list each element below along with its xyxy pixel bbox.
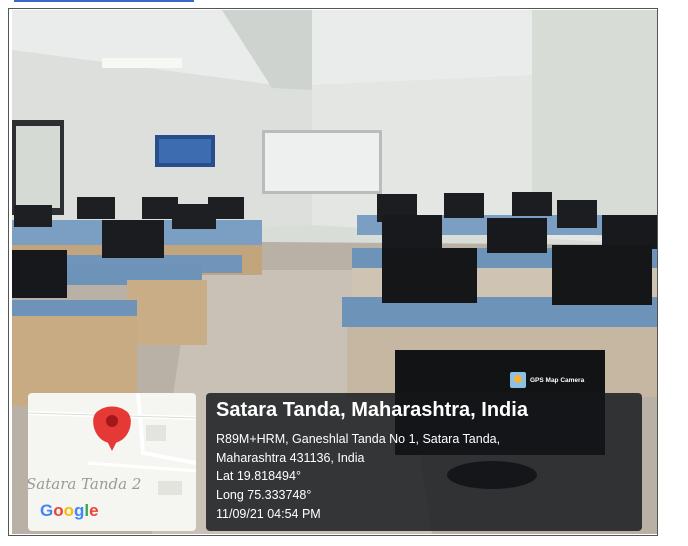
location-title: Satara Tanda, Maharashtra, India	[216, 399, 528, 421]
map-thumbnail: Satara Tanda 2 Google	[28, 393, 196, 531]
longitude: Long 75.333748°	[216, 488, 312, 502]
address-line-2: Maharashtra 431136, India	[216, 451, 365, 465]
timestamp: 11/09/21 04:54 PM	[216, 507, 321, 521]
geotag-overlay: Satara Tanda 2 Google Satara Tanda, Maha…	[28, 393, 642, 531]
map-place-label: Satara Tanda 2	[28, 475, 142, 493]
top-link-underline	[14, 0, 194, 2]
latitude: Lat 19.818494°	[216, 469, 301, 483]
badge-label: GPS Map Camera	[530, 376, 585, 384]
gps-camera-app-icon	[510, 372, 526, 388]
location-info-panel: Satara Tanda, Maharashtra, India R89M+HR…	[206, 393, 642, 531]
gps-map-camera-badge: GPS Map Camera	[510, 371, 584, 389]
google-logo: Google	[40, 501, 99, 520]
address-line-1: R89M+HRM, Ganeshlal Tanda No 1, Satara T…	[216, 432, 501, 446]
